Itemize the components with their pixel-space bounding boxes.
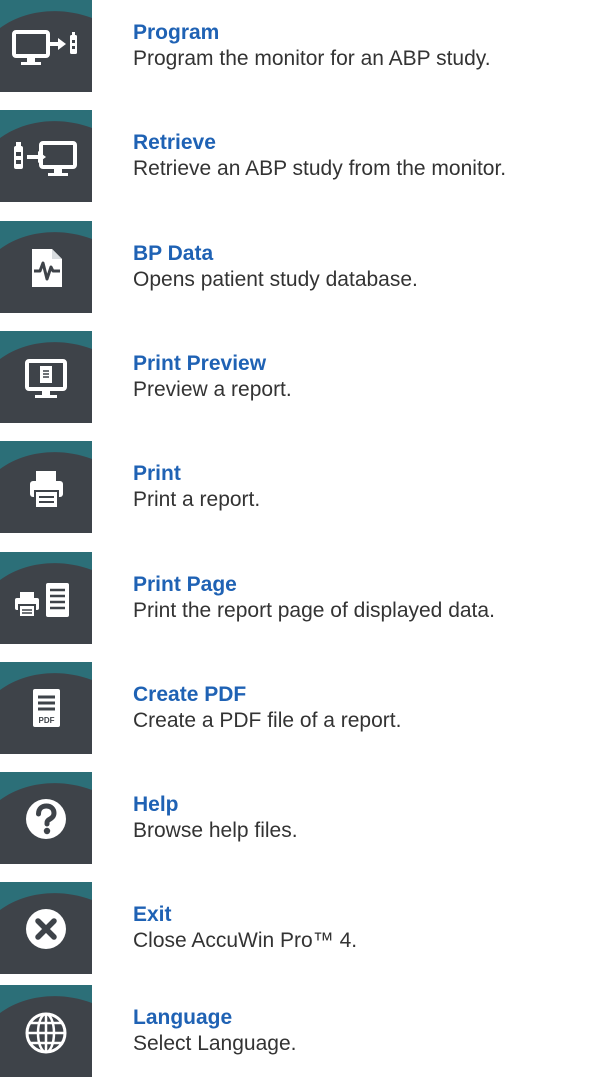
pdf-icon: PDF	[33, 689, 60, 727]
menu-item-text: Print Print a report.	[133, 461, 603, 513]
print-preview-button[interactable]	[0, 331, 92, 423]
program-title[interactable]: Program	[133, 20, 603, 46]
exit-title[interactable]: Exit	[133, 902, 603, 928]
print-description: Print a report.	[133, 488, 261, 511]
retrieve-description: Retrieve an ABP study from the monitor.	[133, 157, 507, 180]
monitor-program-icon	[12, 30, 77, 65]
print-preview-title[interactable]: Print Preview	[133, 351, 603, 377]
retrieve-button[interactable]	[0, 110, 92, 202]
feature-list: Program Program the monitor for an ABP s…	[0, 0, 605, 1082]
menu-item-print-preview: Print Preview Preview a report.	[0, 331, 605, 428]
menu-item-text: Program Program the monitor for an ABP s…	[133, 20, 603, 72]
printer-icon	[30, 471, 63, 509]
menu-item-text: Create PDF Create a PDF file of a report…	[133, 682, 603, 734]
retrieve-title[interactable]: Retrieve	[133, 130, 603, 156]
print-preview-icon	[25, 359, 67, 398]
bp-data-description: Opens patient study database.	[133, 268, 418, 291]
menu-item-bp-data: BP Data Opens patient study database.	[0, 221, 605, 318]
exit-description: Close AccuWin Pro™ 4.	[133, 929, 358, 952]
menu-item-create-pdf: PDF Create PDF Create a PDF file of a re…	[0, 662, 605, 759]
print-page-button[interactable]	[0, 552, 92, 644]
menu-item-text: Exit Close AccuWin Pro™ 4.	[133, 902, 603, 954]
create-pdf-button[interactable]: PDF	[0, 662, 92, 754]
menu-item-print: Print Print a report.	[0, 441, 605, 538]
language-title[interactable]: Language	[133, 1005, 603, 1031]
help-description: Browse help files.	[133, 819, 298, 842]
menu-item-text: Print Page Print the report page of disp…	[133, 572, 603, 624]
program-description: Program the monitor for an ABP study.	[133, 47, 491, 70]
menu-item-program: Program Program the monitor for an ABP s…	[0, 0, 605, 97]
print-page-title[interactable]: Print Page	[133, 572, 603, 598]
language-description: Select Language.	[133, 1032, 297, 1055]
menu-item-text: Retrieve Retrieve an ABP study from the …	[133, 130, 603, 182]
menu-item-text: Help Browse help files.	[133, 792, 603, 844]
close-icon	[26, 909, 66, 949]
bp-data-title[interactable]: BP Data	[133, 241, 603, 267]
globe-icon	[25, 1012, 67, 1054]
help-icon	[26, 799, 66, 839]
monitor-retrieve-icon	[14, 141, 77, 176]
create-pdf-title[interactable]: Create PDF	[133, 682, 603, 708]
help-title[interactable]: Help	[133, 792, 603, 818]
menu-item-text: BP Data Opens patient study database.	[133, 241, 603, 293]
menu-item-text: Print Preview Preview a report.	[133, 351, 603, 403]
program-button[interactable]	[0, 0, 92, 92]
menu-item-text: Language Select Language.	[133, 1005, 603, 1057]
language-button[interactable]	[0, 985, 92, 1077]
print-preview-description: Preview a report.	[133, 378, 292, 401]
bp-data-icon	[32, 249, 62, 287]
menu-item-retrieve: Retrieve Retrieve an ABP study from the …	[0, 110, 605, 207]
menu-item-language: Language Select Language.	[0, 985, 605, 1082]
menu-item-help: Help Browse help files.	[0, 772, 605, 869]
print-button[interactable]	[0, 441, 92, 533]
bp-data-button[interactable]	[0, 221, 92, 313]
create-pdf-description: Create a PDF file of a report.	[133, 709, 402, 732]
exit-button[interactable]	[0, 882, 92, 974]
print-page-description: Print the report page of displayed data.	[133, 599, 495, 622]
help-button[interactable]	[0, 772, 92, 864]
menu-item-exit: Exit Close AccuWin Pro™ 4.	[0, 882, 605, 979]
menu-item-print-page: Print Page Print the report page of disp…	[0, 552, 605, 649]
print-title[interactable]: Print	[133, 461, 603, 487]
print-page-icon	[15, 583, 69, 618]
pdf-icon-label: PDF	[39, 716, 55, 725]
